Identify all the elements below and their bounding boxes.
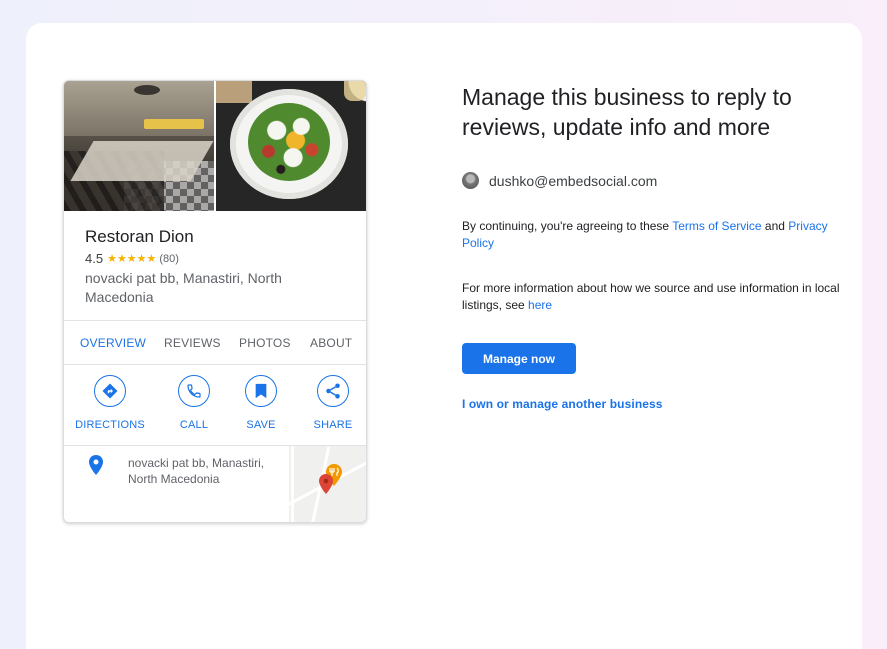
directions-label: DIRECTIONS — [75, 419, 145, 431]
bookmark-icon — [255, 383, 267, 399]
terms-of-service-link[interactable]: Terms of Service — [672, 219, 761, 233]
consent-and: and — [761, 219, 789, 233]
location-pin-icon — [89, 455, 103, 475]
restaurant-interior-photo[interactable] — [64, 81, 214, 211]
consent-text: By continuing, you're agreeing to these … — [462, 218, 852, 252]
tab-reviews[interactable]: REVIEWS — [164, 336, 221, 350]
location-address: novacki pat bb, Manastiri, North Macedon… — [128, 456, 265, 486]
business-photos — [64, 81, 366, 211]
share-icon — [326, 383, 340, 399]
share-button[interactable]: SHARE — [298, 375, 366, 431]
mini-map[interactable] — [289, 446, 366, 522]
rating-score: 4.5 — [85, 251, 104, 266]
other-business-link[interactable]: I own or manage another business — [462, 397, 663, 411]
tab-overview[interactable]: OVERVIEW — [80, 336, 146, 350]
phone-icon — [187, 384, 201, 398]
info-prefix: For more information about how we source… — [462, 281, 840, 312]
info-text: For more information about how we source… — [462, 280, 842, 314]
directions-icon — [102, 383, 118, 399]
review-count[interactable]: (80) — [159, 253, 179, 265]
save-button[interactable]: SAVE — [226, 375, 296, 431]
rating-row: 4.5 ★★★★★ (80) — [85, 251, 179, 266]
account-row: dushko@embedsocial.com — [462, 172, 657, 189]
save-label: SAVE — [246, 419, 276, 431]
greek-salad-photo[interactable] — [216, 81, 366, 211]
location-row: novacki pat bb, Manastiri, North Macedon… — [64, 446, 366, 522]
star-rating-icon: ★★★★★ — [107, 253, 157, 265]
consent-prefix: By continuing, you're agreeing to these — [462, 219, 673, 233]
call-button[interactable]: CALL — [159, 375, 229, 431]
account-email: dushko@embedsocial.com — [489, 172, 658, 189]
action-buttons: DIRECTIONS CALL SAVE SHARE — [64, 365, 366, 445]
tab-photos[interactable]: PHOTOS — [239, 336, 291, 350]
manage-now-button[interactable]: Manage now — [462, 343, 576, 374]
map-pin-icon — [319, 474, 333, 494]
main-panel: Restoran Dion 4.5 ★★★★★ (80) novacki pat… — [26, 23, 862, 649]
info-here-link[interactable]: here — [528, 298, 552, 312]
share-label: SHARE — [313, 419, 353, 431]
page-headline: Manage this business to reply to reviews… — [462, 84, 792, 140]
business-name: Restoran Dion — [85, 227, 194, 246]
tab-about[interactable]: ABOUT — [310, 336, 352, 350]
directions-button[interactable]: DIRECTIONS — [75, 375, 145, 431]
avatar — [462, 172, 479, 189]
call-label: CALL — [179, 419, 209, 431]
business-card: Restoran Dion 4.5 ★★★★★ (80) novacki pat… — [63, 80, 367, 523]
card-tabs: OVERVIEW REVIEWS PHOTOS ABOUT — [64, 321, 366, 364]
business-address: novacki pat bb, Manastiri, North Macedon… — [85, 270, 282, 305]
